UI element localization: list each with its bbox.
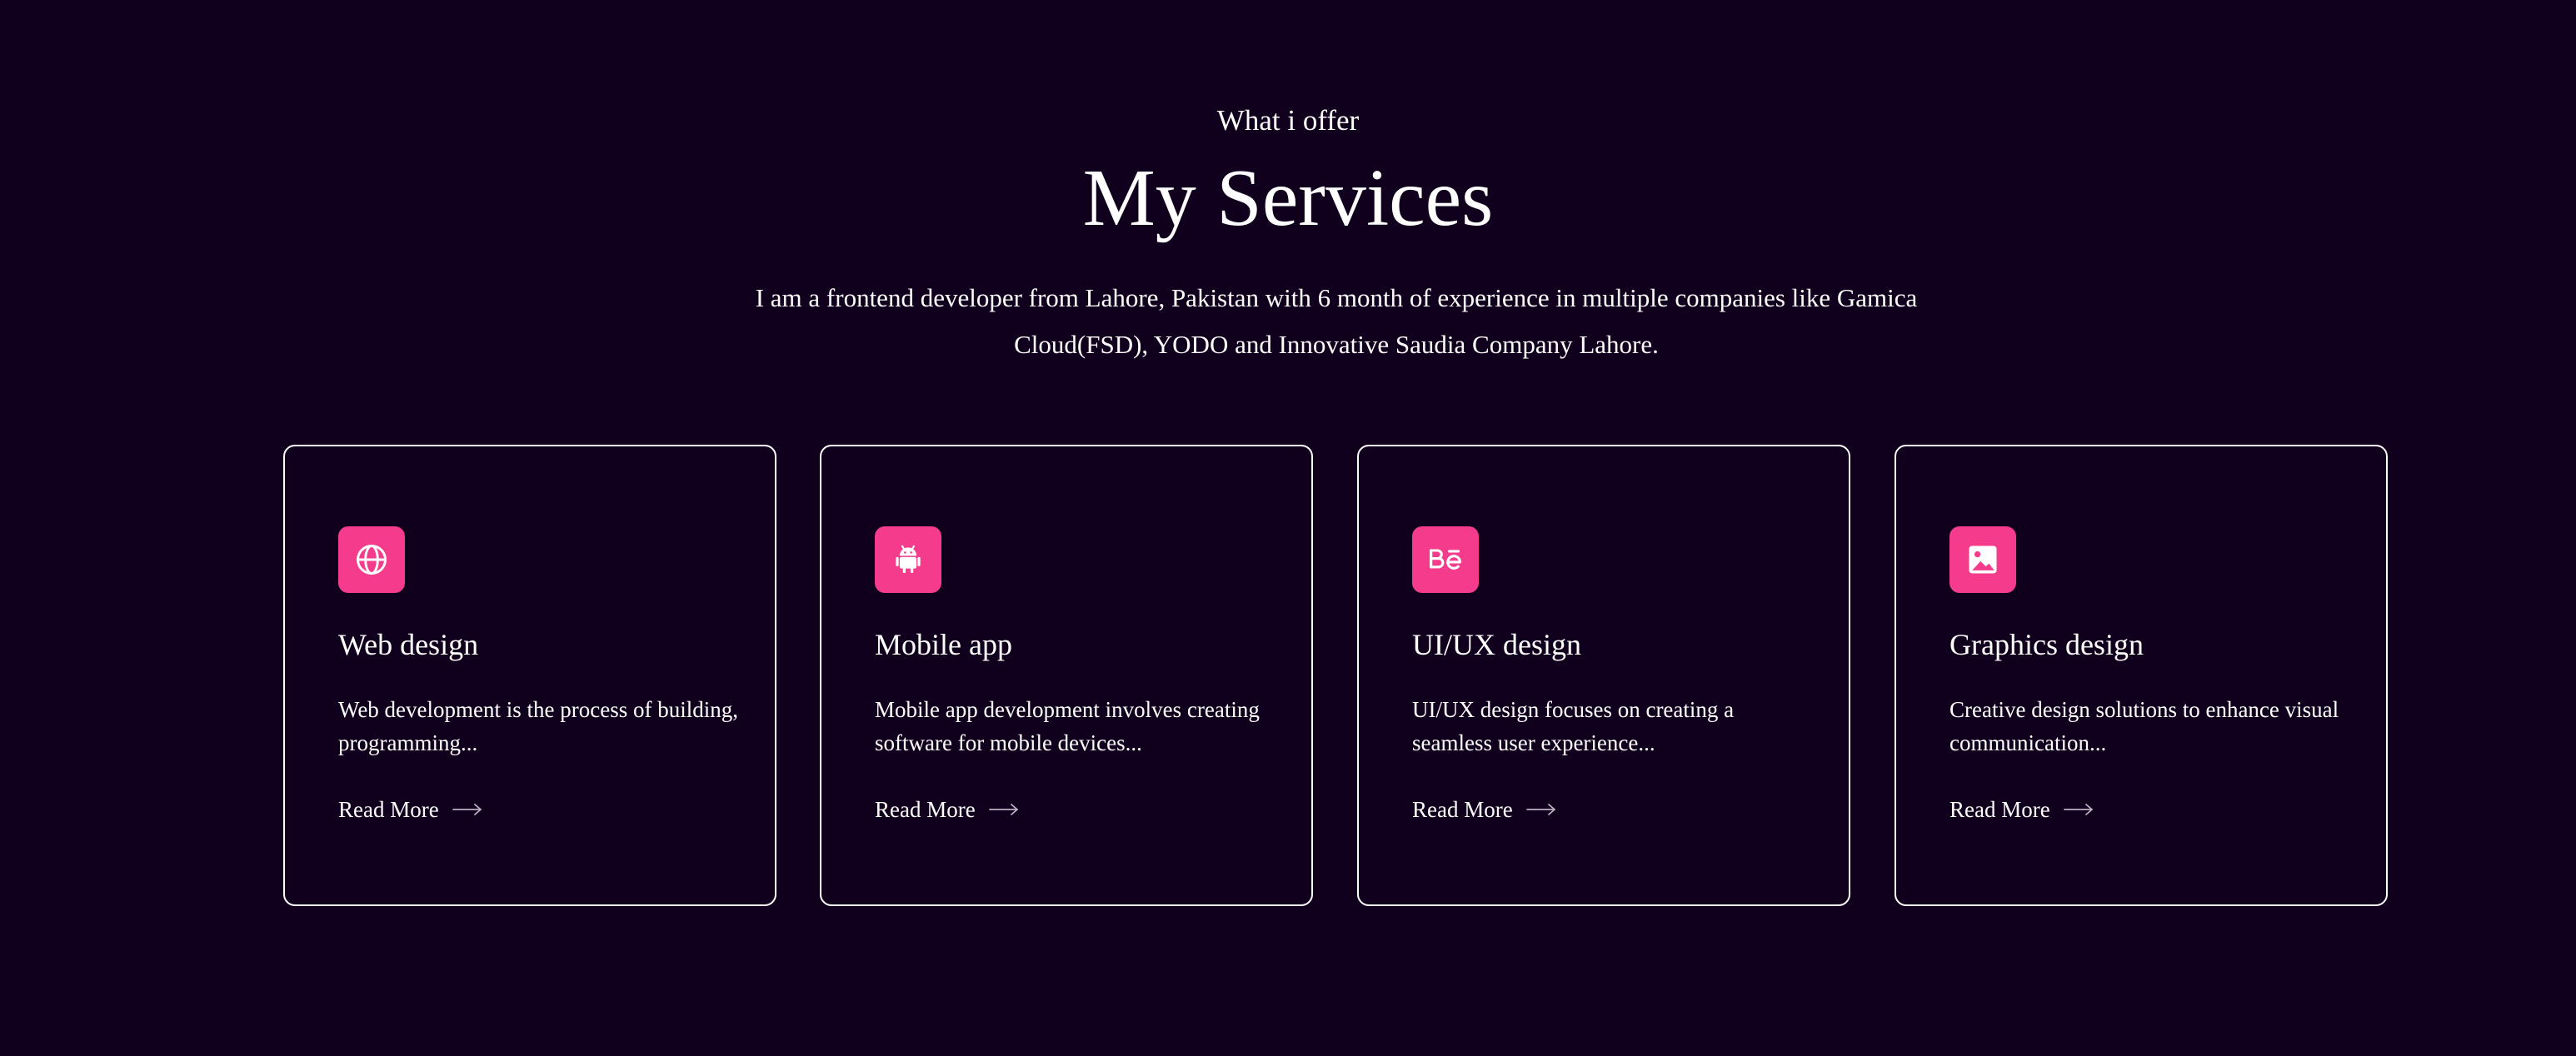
read-more-link[interactable]: Read More [1949, 793, 2094, 826]
service-card-mobile-app: Mobile app Mobile app development involv… [820, 445, 1313, 906]
services-section: What i offer My Services I am a frontend… [0, 0, 2576, 1056]
read-more-link[interactable]: Read More [875, 793, 1019, 826]
service-title: Web design [338, 628, 479, 661]
service-card-uiux-design: UI/UX design UI/UX design focuses on cre… [1357, 445, 1850, 906]
read-more-label: Read More [875, 797, 976, 822]
read-more-label: Read More [1412, 797, 1513, 822]
service-description: Mobile app development involves creating… [875, 697, 1260, 755]
service-description: Web development is the process of buildi… [338, 697, 738, 755]
arrow-right-icon [988, 803, 1019, 816]
behance-icon [1412, 526, 1479, 593]
service-description: UI/UX design focuses on creating a seaml… [1412, 697, 1735, 755]
service-title: Graphics design [1949, 628, 2144, 661]
read-more-label: Read More [338, 797, 439, 822]
service-card-web-design: Web design Web development is the proces… [283, 445, 776, 906]
globe-icon [338, 526, 405, 593]
service-title: UI/UX design [1412, 628, 1581, 661]
arrow-right-icon [452, 803, 482, 816]
read-more-link[interactable]: Read More [338, 793, 482, 826]
image-icon [1949, 526, 2016, 593]
read-more-link[interactable]: Read More [1412, 793, 1556, 826]
android-icon [875, 526, 941, 593]
section-intro: I am a frontend developer from Lahore, P… [755, 283, 1918, 359]
service-description: Creative design solutions to enhance vis… [1949, 697, 2339, 755]
read-more-label: Read More [1949, 797, 2050, 822]
section-subtitle: What i offer [1216, 104, 1360, 137]
arrow-right-icon [2063, 803, 2094, 816]
service-title: Mobile app [875, 628, 1012, 661]
service-card-graphics-design: Graphics design Creative design solution… [1895, 445, 2388, 906]
arrow-right-icon [1525, 803, 1556, 816]
section-title: My Services [1082, 153, 1494, 243]
